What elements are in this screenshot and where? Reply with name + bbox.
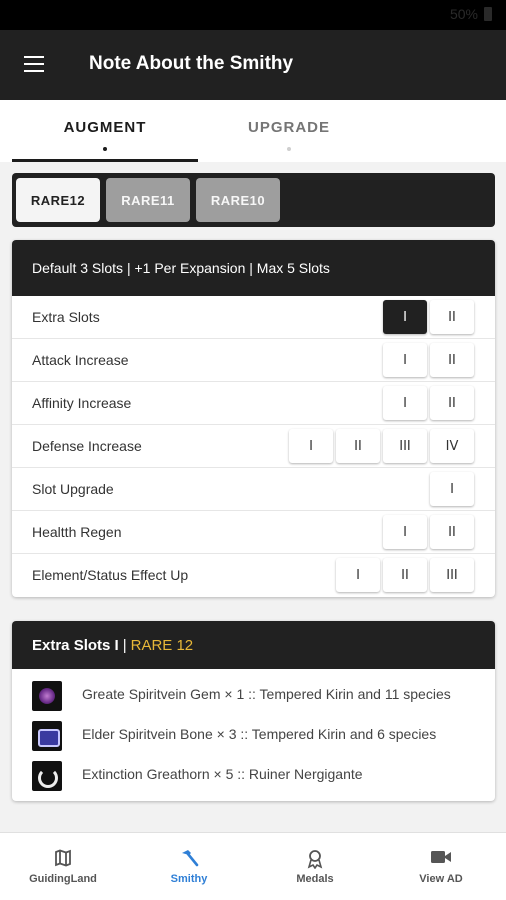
- level-buttons: I II: [383, 386, 474, 420]
- tab-upgrade[interactable]: UPGRADE: [196, 100, 382, 162]
- rarity-selector: RARE12 RARE11 RARE10: [12, 173, 495, 227]
- level-button-ii[interactable]: II: [336, 429, 380, 463]
- slots-card-header: Default 3 Slots | +1 Per Expansion | Max…: [12, 240, 495, 296]
- level-buttons: I: [430, 472, 474, 506]
- rarity-tab-rare10[interactable]: RARE10: [196, 178, 280, 222]
- tab-bar: AUGMENT UPGRADE: [0, 100, 506, 162]
- nav-smithy[interactable]: Smithy: [126, 833, 252, 900]
- page-title: Note About the Smithy: [89, 53, 294, 74]
- level-button-iii[interactable]: III: [430, 558, 474, 592]
- level-button-ii[interactable]: II: [430, 515, 474, 549]
- level-buttons: I II: [383, 343, 474, 377]
- hammer-icon: [126, 849, 252, 869]
- nav-view-ad[interactable]: View AD: [378, 833, 504, 900]
- level-buttons: I II III IV: [289, 429, 474, 463]
- materials-title: Extra Slots I: [32, 636, 119, 654]
- level-button-i[interactable]: I: [383, 300, 427, 334]
- level-button-ii[interactable]: II: [430, 343, 474, 377]
- status-indicators: 50%: [450, 6, 492, 22]
- app-bar: Note About the Smithy: [0, 30, 506, 100]
- bottom-navigation: GuidingLand Smithy Medals View AD: [0, 832, 506, 900]
- gem-icon: [32, 681, 62, 711]
- material-text: Greate Spiritvein Gem × 1 :: Tempered Ki…: [82, 686, 451, 702]
- medal-icon: [252, 849, 378, 870]
- slot-row-label: Healtth Regen: [32, 524, 122, 540]
- level-buttons: I II III: [336, 558, 474, 592]
- bone-icon: [32, 721, 62, 751]
- level-button-ii[interactable]: II: [430, 300, 474, 334]
- slot-row-label: Affinity Increase: [32, 395, 132, 411]
- battery-icon: [484, 7, 492, 21]
- level-buttons: I II: [383, 300, 474, 334]
- nav-label: Medals: [296, 873, 334, 885]
- level-button-i[interactable]: I: [383, 515, 427, 549]
- nav-guidingland[interactable]: GuidingLand: [0, 833, 126, 900]
- slot-row-label: Element/Status Effect Up: [32, 567, 189, 583]
- level-button-i[interactable]: I: [289, 429, 333, 463]
- material-text: Elder Spiritvein Bone × 3 :: Tempered Ki…: [82, 726, 437, 742]
- nav-label: GuidingLand: [29, 873, 97, 885]
- augment-slots-card: Default 3 Slots | +1 Per Expansion | Max…: [12, 240, 495, 597]
- slot-row-extra-slots: Extra Slots I II: [12, 296, 495, 339]
- tab-upgrade-label: UPGRADE: [247, 119, 330, 136]
- slot-row-label: Defense Increase: [32, 438, 142, 454]
- rarity-label: RARE 12: [130, 636, 194, 654]
- level-button-ii[interactable]: II: [383, 558, 427, 592]
- materials-card: Extra Slots I | RARE 12 Greate Spiritvei…: [12, 621, 495, 801]
- level-button-iii[interactable]: III: [383, 429, 427, 463]
- rarity-tab-rare12[interactable]: RARE12: [16, 178, 100, 222]
- material-text: Extinction Greathorn × 5 :: Ruiner Nergi…: [82, 766, 363, 782]
- nav-label: Smithy: [170, 873, 208, 885]
- nav-label: View AD: [419, 873, 463, 885]
- slot-row-label: Attack Increase: [32, 352, 129, 368]
- level-button-ii[interactable]: II: [430, 386, 474, 420]
- level-button-i[interactable]: I: [383, 343, 427, 377]
- title-separator: |: [122, 636, 127, 654]
- slot-row-label: Slot Upgrade: [32, 481, 114, 497]
- status-bar: 50%: [0, 0, 506, 30]
- slot-row-label: Extra Slots: [32, 309, 100, 325]
- menu-icon[interactable]: [24, 56, 44, 72]
- slot-row-affinity-increase: Affinity Increase I II: [12, 382, 495, 425]
- level-button-i[interactable]: I: [336, 558, 380, 592]
- slot-row-health-regen: Healtth Regen I II: [12, 511, 495, 554]
- horn-icon: [32, 761, 62, 791]
- materials-card-header: Extra Slots I | RARE 12: [12, 621, 495, 669]
- slot-row-attack-increase: Attack Increase I II: [12, 339, 495, 382]
- tab-augment[interactable]: AUGMENT: [12, 100, 198, 162]
- material-item: Elder Spiritvein Bone × 3 :: Tempered Ki…: [12, 715, 495, 755]
- material-item: Extinction Greathorn × 5 :: Ruiner Nergi…: [12, 755, 495, 795]
- nav-medals[interactable]: Medals: [252, 833, 378, 900]
- tab-indicator-dot: [287, 147, 291, 151]
- rarity-tab-rare11[interactable]: RARE11: [106, 178, 190, 222]
- material-item: Greate Spiritvein Gem × 1 :: Tempered Ki…: [12, 675, 495, 715]
- level-button-i[interactable]: I: [383, 386, 427, 420]
- battery-percent: 50%: [449, 6, 478, 22]
- level-button-i[interactable]: I: [430, 472, 474, 506]
- map-icon: [0, 849, 126, 869]
- slot-row-element-status-effect-up: Element/Status Effect Up I II III: [12, 554, 495, 597]
- slot-row-slot-upgrade: Slot Upgrade I: [12, 468, 495, 511]
- video-camera-icon: [378, 849, 504, 869]
- level-buttons: I II: [383, 515, 474, 549]
- slot-row-defense-increase: Defense Increase I II III IV: [12, 425, 495, 468]
- tab-augment-label: AUGMENT: [63, 119, 147, 136]
- level-button-iv[interactable]: IV: [430, 429, 474, 463]
- tab-indicator-dot: [103, 147, 107, 151]
